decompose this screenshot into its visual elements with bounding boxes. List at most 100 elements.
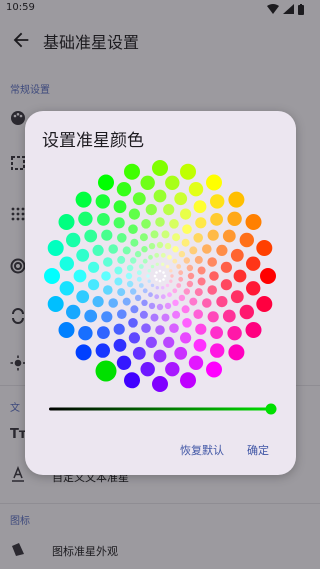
color-swatch-dot[interactable] [187,272,195,280]
color-swatch-dot[interactable] [230,290,244,304]
color-swatch-dot[interactable] [150,313,159,322]
color-swatch-dot[interactable] [194,255,203,264]
color-swatch-dot[interactable] [78,211,93,226]
color-swatch-dot[interactable] [134,250,142,258]
color-swatch-dot[interactable] [256,296,273,312]
color-swatch-dot[interactable] [161,313,170,322]
color-swatch-dot[interactable] [167,254,172,260]
color-swatch-dot[interactable] [101,229,113,241]
color-swatch-dot[interactable] [108,298,118,308]
color-swatch-dot[interactable] [176,283,182,288]
color-swatch-dot[interactable] [174,192,188,206]
color-swatch-dot[interactable] [207,285,217,295]
color-swatch-dot[interactable] [202,298,212,308]
color-swatch-dot[interactable] [167,292,172,298]
color-swatch-dot[interactable] [165,175,180,190]
color-swatch-dot[interactable] [88,261,100,273]
color-swatch-dot[interactable] [153,274,157,278]
color-swatch-dot[interactable] [210,343,225,358]
color-swatch-dot[interactable] [155,217,165,227]
color-swatch-dot[interactable] [220,261,232,273]
color-swatch-dot[interactable] [169,279,173,283]
color-swatch-dot[interactable] [138,283,144,288]
color-swatch-dot[interactable] [139,233,148,242]
color-swatch-dot[interactable] [88,279,100,291]
color-wheel[interactable] [44,160,276,392]
color-swatch-dot[interactable] [66,304,81,320]
color-swatch-dot[interactable] [207,229,219,241]
color-swatch-dot[interactable] [162,271,165,274]
color-swatch-dot[interactable] [98,174,114,191]
color-swatch-dot[interactable] [148,242,156,250]
color-swatch-dot[interactable] [161,286,165,290]
color-swatch-dot[interactable] [189,297,198,306]
color-swatch-dot[interactable] [180,208,192,220]
brightness-thumb[interactable] [265,403,277,415]
color-swatch-dot[interactable] [170,274,174,278]
color-swatch-dot[interactable] [216,296,228,308]
color-swatch-dot[interactable] [193,233,203,243]
color-swatch-dot[interactable] [78,326,93,341]
color-swatch-dot[interactable] [207,257,217,267]
color-swatch-dot[interactable] [145,336,157,348]
color-swatch-dot[interactable] [108,244,118,254]
color-swatch-dot[interactable] [180,163,196,180]
color-swatch-dot[interactable] [158,269,162,273]
color-swatch-dot[interactable] [117,255,126,264]
color-swatch-dot[interactable] [155,286,159,290]
color-swatch-dot[interactable] [169,323,179,333]
color-swatch-dot[interactable] [178,270,184,276]
color-swatch-dot[interactable] [161,262,165,266]
color-swatch-dot[interactable] [84,309,98,323]
color-swatch-dot[interactable] [155,271,158,274]
color-swatch-dot[interactable] [47,240,64,256]
color-swatch-dot[interactable] [178,294,186,302]
color-swatch-dot[interactable] [59,281,74,296]
color-swatch-dot[interactable] [169,219,179,229]
color-swatch-dot[interactable] [222,229,236,243]
color-swatch-dot[interactable] [164,302,172,310]
color-swatch-dot[interactable] [73,269,87,283]
color-swatch-dot[interactable] [206,174,222,191]
color-swatch-dot[interactable] [124,163,140,180]
color-swatch-dot[interactable] [124,372,140,389]
color-swatch-dot[interactable] [172,246,179,253]
color-swatch-dot[interactable] [202,244,212,254]
color-swatch-dot[interactable] [197,277,206,286]
color-swatch-dot[interactable] [84,229,98,243]
color-swatch-dot[interactable] [222,309,236,323]
color-swatch-dot[interactable] [101,271,111,281]
color-swatch-dot[interactable] [128,332,140,344]
color-swatch-dot[interactable] [165,283,170,288]
color-swatch-dot[interactable] [227,211,242,226]
color-swatch-dot[interactable] [140,175,155,190]
selected-color-dot[interactable] [95,360,117,382]
color-swatch-dot[interactable] [256,240,273,256]
color-swatch-dot[interactable] [128,208,140,220]
color-swatch-dot[interactable] [246,281,261,296]
color-swatch-dot[interactable] [150,283,155,288]
color-swatch-dot[interactable] [227,326,242,341]
color-swatch-dot[interactable] [209,271,219,281]
color-swatch-dot[interactable] [230,248,244,262]
color-swatch-dot[interactable] [181,305,190,314]
color-swatch-dot[interactable] [156,241,164,249]
color-swatch-dot[interactable] [183,288,190,295]
color-swatch-dot[interactable] [76,248,90,262]
color-swatch-dot[interactable] [207,311,219,323]
color-swatch-dot[interactable] [142,258,148,264]
color-swatch-dot[interactable] [182,318,192,328]
color-swatch-dot[interactable] [130,238,139,247]
color-swatch-dot[interactable] [101,311,113,323]
color-swatch-dot[interactable] [156,303,164,311]
color-swatch-dot[interactable] [113,323,125,335]
color-swatch-dot[interactable] [139,310,148,319]
color-swatch-dot[interactable] [122,246,131,255]
color-swatch-dot[interactable] [163,204,175,216]
color-swatch-dot[interactable] [210,194,225,209]
color-swatch-dot[interactable] [136,270,142,276]
color-swatch-dot[interactable] [134,294,142,302]
color-swatch-dot[interactable] [117,233,127,243]
color-swatch-dot[interactable] [195,217,207,229]
color-swatch-dot[interactable] [152,160,168,176]
